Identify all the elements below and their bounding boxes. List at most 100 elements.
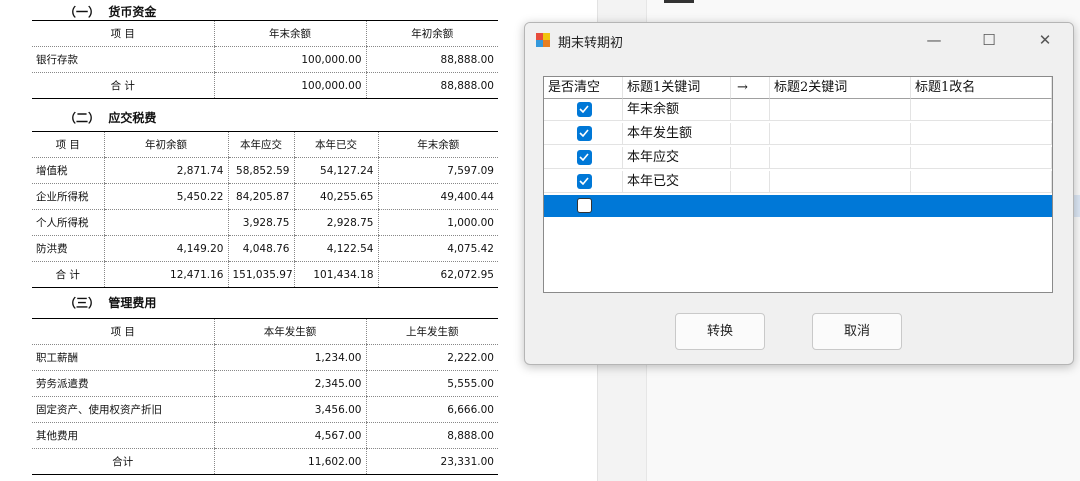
- keyword1-cell[interactable]: 本年发生额: [623, 123, 731, 145]
- cell-value: 2,871.74: [103, 157, 228, 184]
- row-name: 固定资产、使用权资产折旧: [32, 396, 214, 423]
- cell-value: 3,456.00: [213, 396, 366, 423]
- table-total-row: 合 计 100,000.00 88,888.00: [32, 72, 498, 99]
- clear-checkbox[interactable]: [577, 174, 592, 189]
- cancel-button[interactable]: 取消: [812, 313, 902, 350]
- header-cell: 年末余额: [377, 131, 498, 158]
- column-header-keyword2[interactable]: 标题2关键词: [770, 77, 911, 99]
- cell-value: 4,075.42: [377, 235, 498, 262]
- column-header-keyword1[interactable]: 标题1关键词: [623, 77, 731, 99]
- tax-table: 项 目 年初余额 本年应交 本年已交 年末余额 增值税 2,871.74 58,…: [32, 131, 498, 288]
- cell-value: 11,602.00: [213, 448, 366, 475]
- rename-cell[interactable]: [911, 147, 1052, 169]
- column-header-clear[interactable]: 是否清空: [544, 77, 623, 99]
- cell-value: 2,222.00: [365, 344, 498, 371]
- cell-value: 100,000.00: [213, 46, 366, 73]
- keyword2-cell[interactable]: [770, 171, 911, 193]
- table-row: 增值税 2,871.74 58,852.59 54,127.24 7,597.0…: [32, 157, 498, 184]
- section-title-tax: （二） 应交税费: [64, 111, 157, 125]
- row-name: 其他费用: [32, 422, 214, 449]
- background-text-fragment: [664, 0, 694, 3]
- grid-row[interactable]: 年末余额: [544, 99, 1052, 121]
- section-title-cash: （一） 货币资金: [64, 5, 157, 19]
- header-cell: 年末余额: [213, 20, 366, 47]
- cell-value: 151,035.97: [227, 261, 294, 288]
- dialog-titlebar[interactable]: 期末转期初 — ☐ ✕: [525, 23, 1073, 57]
- header-cell: 项 目: [32, 20, 214, 47]
- cell-value: 4,149.20: [103, 235, 228, 262]
- table-header-row: 项 目 年末余额 年初余额: [32, 20, 498, 47]
- header-cell: 上年发生额: [365, 318, 498, 345]
- arrow-cell: [731, 123, 770, 145]
- rename-cell[interactable]: [911, 195, 1052, 217]
- rename-cell[interactable]: [911, 171, 1052, 193]
- clear-checkbox[interactable]: [577, 150, 592, 165]
- cell-value: 4,048.76: [227, 235, 294, 262]
- header-cell: 本年发生额: [213, 318, 366, 345]
- header-cell: 年初余额: [103, 131, 228, 158]
- grid-row[interactable]: 本年已交: [544, 171, 1052, 193]
- minimize-button[interactable]: —: [912, 27, 956, 53]
- cell-value: 88,888.00: [365, 46, 498, 73]
- convert-button[interactable]: 转换: [675, 313, 765, 350]
- cell-value: 88,888.00: [365, 72, 498, 99]
- dialog-window: 期末转期初 — ☐ ✕ 是否清空 标题1关键词 → 标题2关键词 标题1改名 年…: [524, 22, 1074, 365]
- table-header-row: 项 目 本年发生额 上年发生额: [32, 318, 498, 345]
- clear-checkbox[interactable]: [577, 198, 592, 213]
- cell-value: 23,331.00: [365, 448, 498, 475]
- rename-cell[interactable]: [911, 99, 1052, 121]
- table-row: 防洪费 4,149.20 4,048.76 4,122.54 4,075.42: [32, 235, 498, 262]
- arrow-cell: [731, 171, 770, 193]
- cell-value: 40,255.65: [293, 183, 378, 210]
- keyword1-cell[interactable]: 本年应交: [623, 147, 731, 169]
- keyword2-cell[interactable]: [770, 123, 911, 145]
- keyword1-cell[interactable]: 年末余额: [623, 99, 731, 121]
- cell-value: 5,555.00: [365, 370, 498, 397]
- keyword2-cell[interactable]: [770, 147, 911, 169]
- cell-value: 62,072.95: [377, 261, 498, 288]
- maximize-button[interactable]: ☐: [967, 27, 1011, 53]
- table-total-row: 合计 11,602.00 23,331.00: [32, 448, 498, 475]
- cell-value: 1,234.00: [213, 344, 366, 371]
- table-row: 固定资产、使用权资产折旧 3,456.00 6,666.00: [32, 396, 498, 423]
- keyword1-cell[interactable]: [623, 195, 731, 217]
- grid-row-selected[interactable]: [544, 195, 1052, 217]
- header-cell: 本年应交: [227, 131, 294, 158]
- column-header-arrow[interactable]: →: [731, 77, 770, 99]
- cell-value: 7,597.09: [377, 157, 498, 184]
- header-cell: 项 目: [32, 318, 214, 345]
- column-header-rename[interactable]: 标题1改名: [911, 77, 1052, 99]
- row-name: 合计: [32, 448, 214, 475]
- cell-value: 12,471.16: [103, 261, 228, 288]
- table-row: 银行存款 100,000.00 88,888.00: [32, 46, 498, 73]
- table-total-row: 合 计 12,471.16 151,035.97 101,434.18 62,0…: [32, 261, 498, 288]
- row-name: 合 计: [32, 72, 214, 99]
- table-row: 职工薪酬 1,234.00 2,222.00: [32, 344, 498, 371]
- grid-row[interactable]: 本年发生额: [544, 123, 1052, 145]
- keyword1-cell[interactable]: 本年已交: [623, 171, 731, 193]
- header-cell: 项 目: [32, 131, 104, 158]
- header-cell: 本年已交: [293, 131, 378, 158]
- arrow-cell: [731, 195, 770, 217]
- clear-checkbox[interactable]: [577, 102, 592, 117]
- mapping-grid[interactable]: 是否清空 标题1关键词 → 标题2关键词 标题1改名 年末余额 本年发生额 本年…: [543, 76, 1053, 293]
- row-name: 职工薪酬: [32, 344, 214, 371]
- cash-table: 项 目 年末余额 年初余额 银行存款 100,000.00 88,888.00 …: [32, 20, 498, 99]
- cell-value: 3,928.75: [227, 209, 294, 236]
- close-button[interactable]: ✕: [1023, 27, 1067, 53]
- cell-value: 101,434.18: [293, 261, 378, 288]
- cell-value: 58,852.59: [227, 157, 294, 184]
- keyword2-cell[interactable]: [770, 195, 911, 217]
- grid-row[interactable]: 本年应交: [544, 147, 1052, 169]
- section-title-mgmt: （三） 管理费用: [64, 296, 157, 310]
- clear-checkbox[interactable]: [577, 126, 592, 141]
- row-name: 个人所得税: [32, 209, 104, 236]
- row-name: 增值税: [32, 157, 104, 184]
- cell-value: 1,000.00: [377, 209, 498, 236]
- rename-cell[interactable]: [911, 123, 1052, 145]
- table-row: 劳务派遣费 2,345.00 5,555.00: [32, 370, 498, 397]
- keyword2-cell[interactable]: [770, 99, 911, 121]
- header-cell: 年初余额: [365, 20, 498, 47]
- cell-value: 49,400.44: [377, 183, 498, 210]
- grid-header-row: 是否清空 标题1关键词 → 标题2关键词 标题1改名: [544, 77, 1052, 99]
